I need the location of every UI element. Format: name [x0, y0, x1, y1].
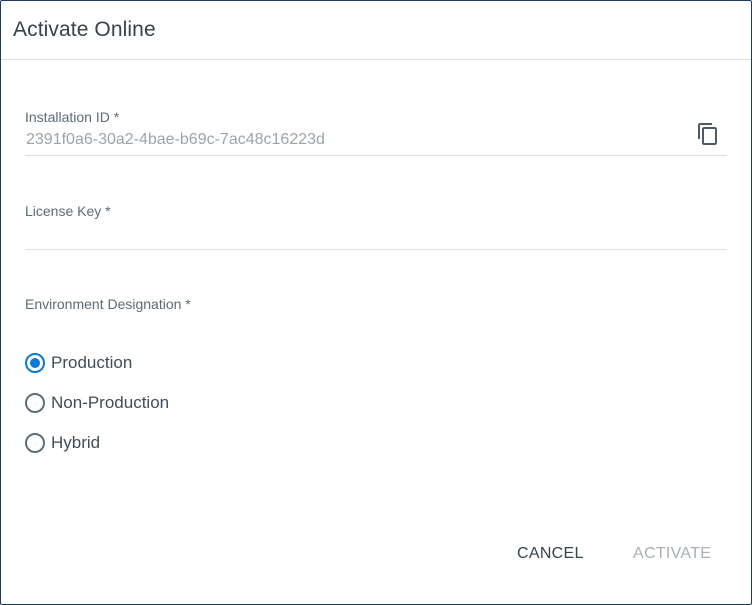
radio-hybrid[interactable] — [25, 433, 45, 453]
activate-button[interactable]: ACTIVATE — [627, 541, 717, 567]
environment-designation-field: Environment Designation * — [25, 296, 727, 312]
environment-designation-label: Environment Designation * — [25, 296, 191, 312]
radio-option-production[interactable]: Production — [25, 343, 169, 383]
license-key-input[interactable] — [25, 220, 727, 248]
environment-radio-group: Production Non-Production Hybrid — [25, 343, 169, 463]
license-key-row — [25, 219, 727, 250]
installation-id-value: 2391f0a6-30a2-4bae-b69c-7ac48c16223d — [26, 131, 325, 148]
dialog-title: Activate Online — [13, 18, 156, 41]
radio-label-production: Production — [51, 353, 133, 372]
license-key-field: License Key * — [25, 203, 727, 250]
radio-option-hybrid[interactable]: Hybrid — [25, 423, 169, 463]
radio-option-non-production[interactable]: Non-Production — [25, 383, 169, 423]
installation-id-field: Installation ID * 2391f0a6-30a2-4bae-b69… — [25, 109, 727, 156]
radio-label-non-production: Non-Production — [51, 393, 170, 412]
copy-icon[interactable] — [695, 119, 721, 149]
radio-non-production[interactable] — [25, 393, 45, 413]
activate-online-dialog: Activate Online Installation ID * 2391f0… — [0, 0, 752, 605]
radio-label-hybrid: Hybrid — [51, 433, 101, 452]
license-key-label: License Key * — [25, 203, 111, 219]
installation-id-label: Installation ID * — [25, 109, 120, 125]
cancel-button[interactable]: CANCEL — [511, 541, 590, 567]
installation-id-row: 2391f0a6-30a2-4bae-b69c-7ac48c16223d — [25, 123, 727, 156]
dialog-header: Activate Online — [1, 1, 751, 60]
radio-production[interactable] — [25, 353, 45, 373]
